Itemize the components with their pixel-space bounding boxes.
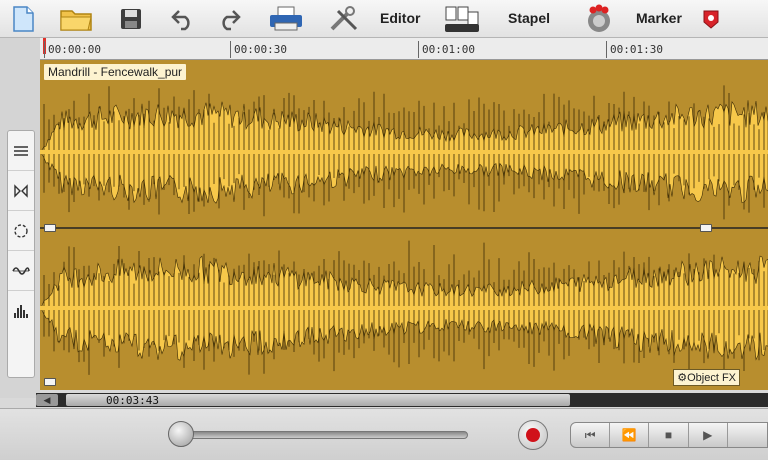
volume-handle-right[interactable]: [700, 224, 712, 232]
arrow-left-icon: ◀: [43, 394, 51, 405]
tools-icon[interactable]: [326, 2, 366, 36]
record-button[interactable]: [518, 420, 548, 450]
ruler-tick: 00:00:30: [234, 43, 287, 56]
redo-icon[interactable]: [214, 2, 244, 36]
fade-handle[interactable]: [44, 378, 56, 386]
undo-icon[interactable]: [168, 2, 198, 36]
gear-icon: ⚙: [677, 372, 688, 384]
main-toolbar: Editor Stapel Marker: [0, 0, 768, 38]
new-file-icon[interactable]: [6, 2, 40, 36]
transport-bar: ⏮ ⏪ ■ ▶: [0, 408, 768, 460]
selection-icon[interactable]: [8, 211, 34, 251]
play-icon: ▶: [703, 428, 713, 442]
ruler-tick: 00:01:00: [422, 43, 475, 56]
stop-button[interactable]: ■: [649, 423, 689, 447]
marker-icon[interactable]: [582, 2, 616, 36]
ruler-tick: 00:01:30: [610, 43, 663, 56]
volume-handle-left[interactable]: [44, 224, 56, 232]
stapel-label[interactable]: Stapel: [508, 10, 550, 26]
stereo-balance-icon[interactable]: [8, 171, 34, 211]
next-button[interactable]: [728, 423, 767, 447]
marker-label[interactable]: Marker: [636, 10, 682, 26]
batch-icon[interactable]: [440, 2, 484, 36]
waveform-editor[interactable]: Mandrill - Fencewalk_pur ⚙Object FX: [40, 60, 768, 390]
add-marker-icon[interactable]: [700, 2, 722, 36]
position-scrollbar[interactable]: ◀ 00:03:43: [36, 393, 768, 407]
view-tools-panel: [7, 130, 35, 378]
play-button[interactable]: ▶: [689, 423, 728, 447]
ruler-tick: 00:00:00: [48, 43, 101, 56]
position-slider-track[interactable]: [180, 431, 468, 439]
scroll-left-button[interactable]: ◀: [36, 394, 58, 406]
skip-to-start-button[interactable]: ⏮: [571, 423, 611, 447]
scroll-thumb[interactable]: 00:03:43: [66, 394, 570, 407]
stop-icon: ■: [664, 428, 673, 442]
left-toolbar: [0, 38, 40, 398]
editor-label[interactable]: Editor: [380, 10, 420, 26]
save-icon[interactable]: [116, 2, 146, 36]
object-fx-button[interactable]: ⚙Object FX: [673, 369, 740, 386]
print-icon[interactable]: [266, 2, 306, 36]
open-folder-icon[interactable]: [58, 2, 94, 36]
transport-controls: ⏮ ⏪ ■ ▶: [570, 422, 768, 448]
spectrum-icon[interactable]: [8, 291, 34, 331]
position-time: 00:03:43: [106, 394, 159, 407]
rewind-button[interactable]: ⏪: [610, 423, 650, 447]
timeline-ruler[interactable]: 00:00:00 00:00:30 00:01:00 00:01:30: [40, 38, 768, 60]
lines-view-icon[interactable]: [8, 131, 34, 171]
rewind-icon: ⏪: [621, 428, 637, 442]
record-icon: [526, 428, 540, 442]
waveform-display[interactable]: [40, 60, 768, 390]
skip-start-icon: ⏮: [584, 427, 596, 442]
position-slider-knob[interactable]: [168, 421, 194, 447]
clip-title: Mandrill - Fencewalk_pur: [44, 64, 187, 80]
waveform-icon[interactable]: [8, 251, 34, 291]
